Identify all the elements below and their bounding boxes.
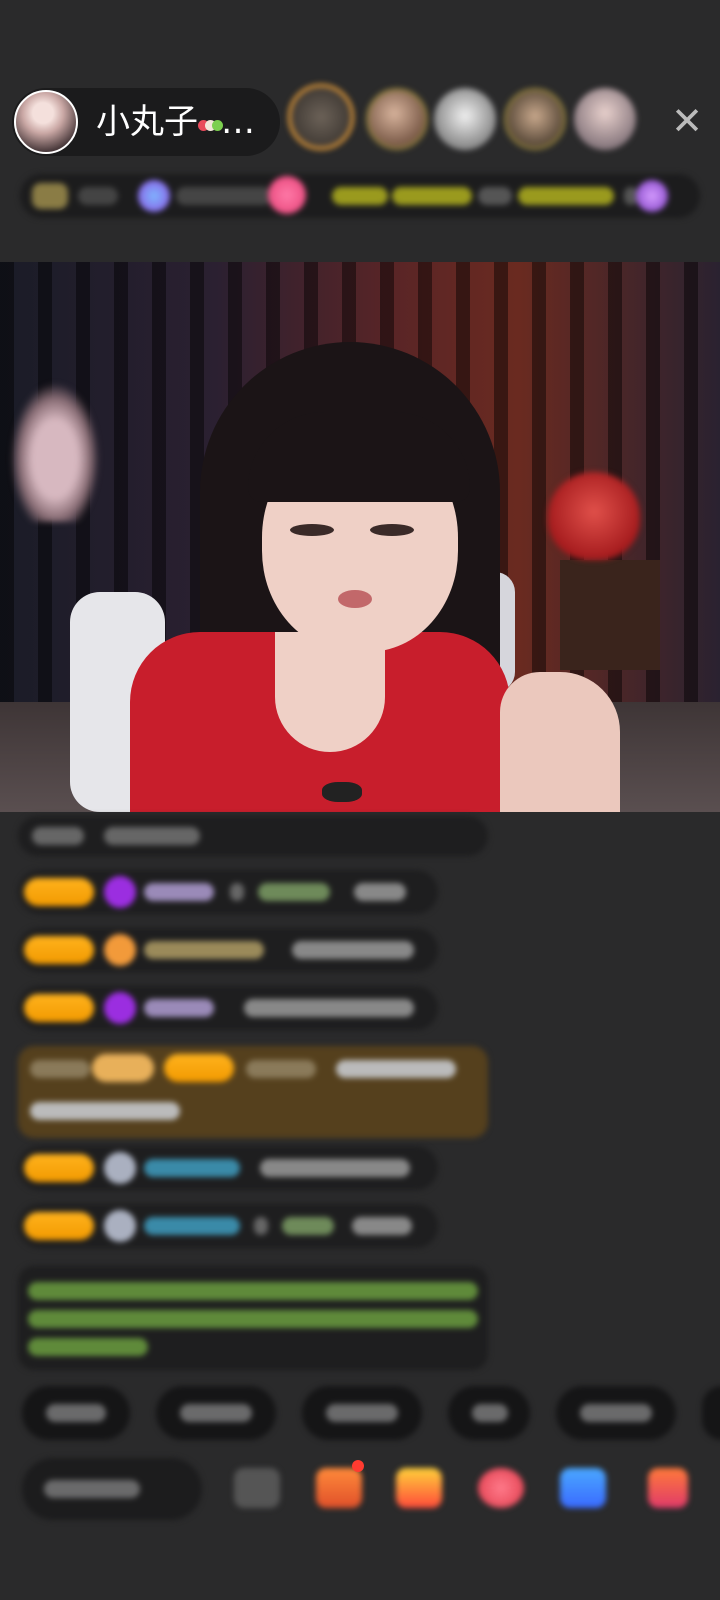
announcement-text-4: [518, 187, 614, 205]
viewer-avatar-2[interactable]: [366, 88, 428, 150]
chat-mention: [258, 883, 330, 901]
side-stand: [560, 560, 660, 670]
vip-badge: [92, 1054, 154, 1082]
chat-username: [144, 999, 214, 1017]
chat-text: [254, 1217, 268, 1235]
rank-chip: [32, 183, 68, 209]
chip-label: [180, 1404, 252, 1422]
level-badge: [24, 1212, 94, 1240]
viewer-avatar-3[interactable]: [434, 88, 496, 150]
host-name-ellipsis: …: [221, 102, 255, 142]
quick-chip-3[interactable]: [302, 1386, 422, 1440]
quick-chip-2[interactable]: [156, 1386, 276, 1440]
host-avatar[interactable]: [14, 90, 78, 154]
system-text: [28, 1338, 148, 1356]
quick-chip-1[interactable]: [22, 1386, 130, 1440]
streamer-eye-left: [290, 524, 334, 536]
christmas-tree-decoration: [10, 382, 100, 522]
gift-icon[interactable]: [636, 180, 668, 212]
chip-label: [46, 1404, 106, 1422]
user-avatar-icon: [104, 1152, 136, 1184]
level-badge: [164, 1054, 234, 1082]
chat-text: [30, 1102, 180, 1120]
gift-box-icon[interactable]: [648, 1468, 688, 1508]
quick-chip-5[interactable]: [556, 1386, 676, 1440]
chat-text: [292, 941, 414, 959]
announcement-text-2: [392, 187, 472, 205]
level-badge: [24, 1154, 94, 1182]
chat-input-placeholder: [44, 1480, 140, 1498]
chat-message[interactable]: [18, 928, 438, 972]
chat-text: [32, 827, 84, 845]
viewer-avatar-4[interactable]: [504, 88, 566, 150]
system-text: [28, 1282, 478, 1300]
chat-mention: [282, 1217, 334, 1235]
fans-icon: [138, 180, 170, 212]
candy-emoji-icon: [198, 104, 223, 144]
chat-username: [144, 941, 264, 959]
host-name: 小丸子 …: [96, 102, 255, 144]
announcement-text-1: [332, 187, 388, 205]
quick-chip-6[interactable]: [702, 1386, 720, 1440]
lottery-icon[interactable]: [396, 1468, 442, 1508]
chat-message[interactable]: [18, 1146, 438, 1190]
streamer-eye-right: [370, 524, 414, 536]
chat-username: [144, 883, 214, 901]
chat-message[interactable]: [18, 816, 488, 856]
chip-label: [472, 1404, 508, 1422]
chat-username: [144, 1217, 240, 1235]
chat-text: [336, 1060, 456, 1078]
game-icon[interactable]: [478, 1468, 524, 1508]
chat-message[interactable]: [18, 1204, 438, 1248]
rank-text: [78, 187, 118, 205]
chat-text: [260, 1159, 410, 1177]
chat-input[interactable]: [22, 1458, 202, 1520]
heart-icon[interactable]: [268, 176, 306, 214]
level-badge: [24, 994, 94, 1022]
host-info-pill[interactable]: 小丸子 …: [12, 88, 280, 156]
chat-text: [354, 883, 406, 901]
treasure-box-icon[interactable]: [316, 1468, 362, 1508]
level-badge: [24, 878, 94, 906]
user-avatar-icon: [104, 1210, 136, 1242]
viewer-avatar-5[interactable]: [574, 88, 636, 150]
chat-text: [104, 827, 200, 845]
ribbon-bow-icon: [322, 782, 362, 802]
chat-text: [352, 1217, 412, 1235]
streamer-lips: [338, 590, 372, 608]
notification-dot: [352, 1460, 364, 1472]
chat-text: [230, 883, 244, 901]
chip-label: [580, 1404, 652, 1422]
quick-chip-4[interactable]: [448, 1386, 530, 1440]
chat-username: [144, 1159, 240, 1177]
chat-text: [30, 1060, 90, 1078]
diamond-icon: [104, 992, 136, 1024]
fans-text: [176, 187, 272, 205]
plush-toy: [548, 472, 640, 560]
chat-message[interactable]: [18, 986, 438, 1030]
system-text: [28, 1310, 478, 1328]
announcement-text-3: [478, 187, 512, 205]
chat-message[interactable]: [18, 870, 438, 914]
room-info-bar[interactable]: [20, 174, 700, 218]
message-icon[interactable]: [560, 1468, 606, 1508]
host-name-text: 小丸子: [96, 102, 198, 142]
diamond-icon: [104, 876, 136, 908]
chat-text: [244, 999, 414, 1017]
viewer-avatar-1[interactable]: [288, 84, 354, 150]
chip-label: [326, 1404, 398, 1422]
chat-username: [246, 1060, 316, 1078]
level-badge: [24, 936, 94, 964]
close-icon[interactable]: ✕: [664, 98, 710, 144]
streamer-arm: [500, 672, 620, 812]
live-video[interactable]: [0, 262, 720, 812]
emoji-icon[interactable]: [234, 1468, 280, 1508]
highlighted-chat-message[interactable]: [18, 1046, 488, 1138]
system-message: [18, 1266, 488, 1370]
shield-badge-icon: [104, 934, 136, 966]
streamer-bangs: [248, 412, 470, 502]
